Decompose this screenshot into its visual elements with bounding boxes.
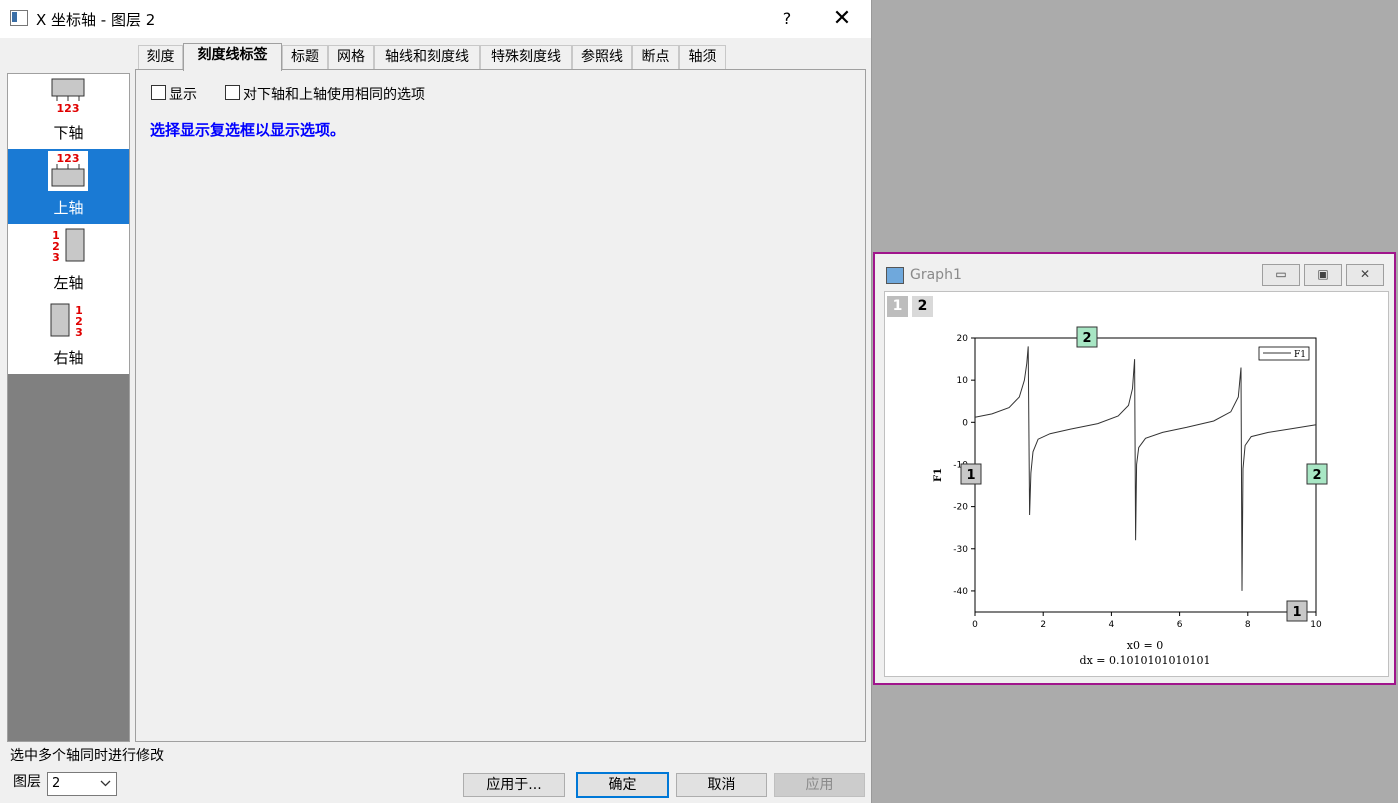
minimize-button[interactable]: ▭ xyxy=(1262,264,1300,286)
tab-tick-labels[interactable]: 刻度线标签 xyxy=(183,43,282,71)
tab-special-ticks[interactable]: 特殊刻度线 xyxy=(480,45,572,69)
y-tick-label: -30 xyxy=(953,545,968,555)
series-line-F1 xyxy=(974,346,1317,591)
axis-item-top[interactable]: 123 上轴 xyxy=(8,149,129,224)
tab-scale[interactable]: 刻度 xyxy=(138,45,183,69)
show-checkbox[interactable] xyxy=(151,85,166,100)
x-tick-label: 6 xyxy=(1177,620,1183,630)
plot-svg: 024681020100-10-20-30-40F1F1x0 = 0dx = 0… xyxy=(933,326,1328,667)
x-tick-label: 10 xyxy=(1310,620,1322,630)
layer-badge-left-label: 1 xyxy=(966,468,975,483)
close-button[interactable]: ✕ xyxy=(822,5,862,33)
axis-item-bottom[interactable]: 123 下轴 xyxy=(8,74,129,149)
restore-button[interactable]: ▣ xyxy=(1304,264,1342,286)
layer-select-value: 2 xyxy=(52,776,61,791)
layer-label: 图层 xyxy=(13,774,41,790)
tab-line-and-ticks[interactable]: 轴线和刻度线 xyxy=(374,45,480,69)
tab-panel xyxy=(135,69,866,742)
left-axis-icon: 1 2 3 xyxy=(52,228,85,264)
y-tick-label: 0 xyxy=(962,418,968,428)
plot-frame xyxy=(974,337,1317,613)
annotation-text: dx = 0.1010101010101 xyxy=(1080,654,1211,667)
axis-item-left[interactable]: 1 2 3 左轴 xyxy=(8,224,129,299)
x-tick-label: 8 xyxy=(1245,620,1251,630)
axis-list: 123 下轴 123 上轴 1 2 3 左轴 1 2 3 右轴 xyxy=(7,73,130,742)
annotation-text: x0 = 0 xyxy=(1127,639,1163,652)
restore-icon: ▣ xyxy=(1317,267,1329,281)
layer-badge-top-label: 2 xyxy=(1082,331,1091,346)
window-app-icon xyxy=(10,10,28,26)
axis-item-label: 左轴 xyxy=(53,274,84,292)
apply-button[interactable]: 应用 xyxy=(774,773,865,797)
hint-text: 选择显示复选框以显示选项。 xyxy=(150,121,346,139)
tab-reference-lines[interactable]: 参照线 xyxy=(572,45,632,69)
axis-item-right[interactable]: 1 2 3 右轴 xyxy=(8,299,129,374)
y-tick-label: -40 xyxy=(953,587,968,597)
layer-select[interactable]: 2 xyxy=(47,772,117,796)
tab-title[interactable]: 标题 xyxy=(282,45,328,69)
y-axis-label: F1 xyxy=(933,468,944,482)
axis-item-label: 右轴 xyxy=(53,349,84,367)
ok-button[interactable]: 确定 xyxy=(576,772,669,798)
y-tick-label: 20 xyxy=(957,334,969,344)
svg-text:3: 3 xyxy=(75,326,83,339)
x-tick-label: 4 xyxy=(1109,620,1115,630)
graph-close-button[interactable]: ✕ xyxy=(1346,264,1384,286)
tab-rug[interactable]: 轴须 xyxy=(679,45,726,69)
footer-note: 选中多个轴同时进行修改 xyxy=(10,748,164,764)
axis-item-label: 下轴 xyxy=(53,124,84,142)
y-tick-label: -20 xyxy=(953,503,968,513)
layer-badge-right-label: 2 xyxy=(1312,468,1321,483)
svg-text:3: 3 xyxy=(52,251,60,264)
axis-icon-ticks: 123 xyxy=(57,152,80,165)
dialog-title: X 坐标轴 - 图层 2 xyxy=(36,11,156,29)
right-axis-icon: 1 2 3 xyxy=(50,303,83,339)
chevron-down-icon xyxy=(100,780,111,787)
axis-icon-ticks: 123 xyxy=(57,102,80,115)
y-tick-label: 10 xyxy=(957,376,969,386)
x-tick-label: 2 xyxy=(1040,620,1046,630)
graph-window-icon xyxy=(886,267,904,284)
minimize-icon: ▭ xyxy=(1275,267,1287,281)
layer-badge-bottom-label: 1 xyxy=(1292,605,1301,620)
graph-window-title: Graph1 xyxy=(910,267,962,283)
help-button[interactable]: ? xyxy=(770,5,804,33)
cancel-button[interactable]: 取消 xyxy=(676,773,767,797)
x-tick-label: 0 xyxy=(972,620,978,630)
tab-grids[interactable]: 网格 xyxy=(328,45,374,69)
same-options-checkbox[interactable] xyxy=(225,85,240,100)
same-options-checkbox-label: 对下轴和上轴使用相同的选项 xyxy=(243,87,425,103)
apply-to-button[interactable]: 应用于... xyxy=(463,773,565,797)
axis-item-label: 上轴 xyxy=(53,199,84,217)
legend-label: F1 xyxy=(1294,350,1306,360)
show-checkbox-label: 显示 xyxy=(169,87,197,103)
close-icon: ✕ xyxy=(1359,267,1371,281)
top-axis-icon: 123 xyxy=(48,151,88,191)
tab-breaks[interactable]: 断点 xyxy=(632,45,679,69)
bottom-axis-icon: 123 xyxy=(51,78,85,115)
